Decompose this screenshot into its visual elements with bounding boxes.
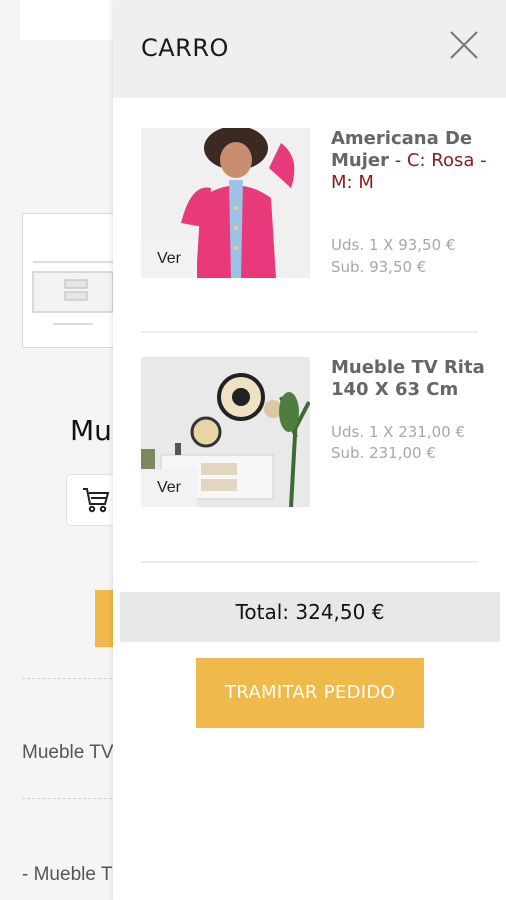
view-item-button[interactable]: Ver xyxy=(141,469,197,507)
cart-item-subtotal: Sub. 93,50 € xyxy=(331,258,427,276)
cart-item-image[interactable]: Ver xyxy=(141,128,310,278)
close-icon[interactable] xyxy=(446,27,482,63)
cart-item-image[interactable]: Ver xyxy=(141,357,310,507)
header-box xyxy=(20,0,115,40)
cart-item-name[interactable]: Mueble TV Rita 140 X 63 Cm xyxy=(331,357,491,401)
divider xyxy=(141,561,478,563)
product-title: Mu xyxy=(70,414,112,447)
divider xyxy=(141,331,478,333)
cart-item: Ver Mueble TV Rita 140 X 63 Cm Uds. 1 X … xyxy=(141,357,485,517)
cart-total: Total: 324,50 € xyxy=(120,592,500,642)
cart-title: CARRO xyxy=(141,34,229,62)
product-description-line: - Mueble T xyxy=(22,864,113,885)
cart-item-subtotal: Sub. 231,00 € xyxy=(331,444,436,462)
divider xyxy=(22,798,122,799)
cart-drawer: CARRO Ver Americana De Mujer - C: Rosa -… xyxy=(113,0,506,900)
cart-item-quantity: Uds. 1 X 93,50 € xyxy=(331,236,456,254)
product-description-line: Mueble TV xyxy=(22,742,114,763)
checkout-button[interactable]: TRAMITAR PEDIDO xyxy=(196,658,424,728)
view-item-button[interactable]: Ver xyxy=(141,240,197,278)
cart-item: Ver Americana De Mujer - C: Rosa - M: M … xyxy=(141,128,487,288)
cart-item-quantity: Uds. 1 X 231,00 € xyxy=(331,423,466,441)
product-thumbnail[interactable] xyxy=(22,213,122,348)
cart-icon xyxy=(83,488,110,513)
cart-item-name[interactable]: Americana De Mujer - C: Rosa - M: M xyxy=(331,128,491,194)
cart-header: CARRO xyxy=(113,0,506,98)
divider xyxy=(22,678,122,679)
